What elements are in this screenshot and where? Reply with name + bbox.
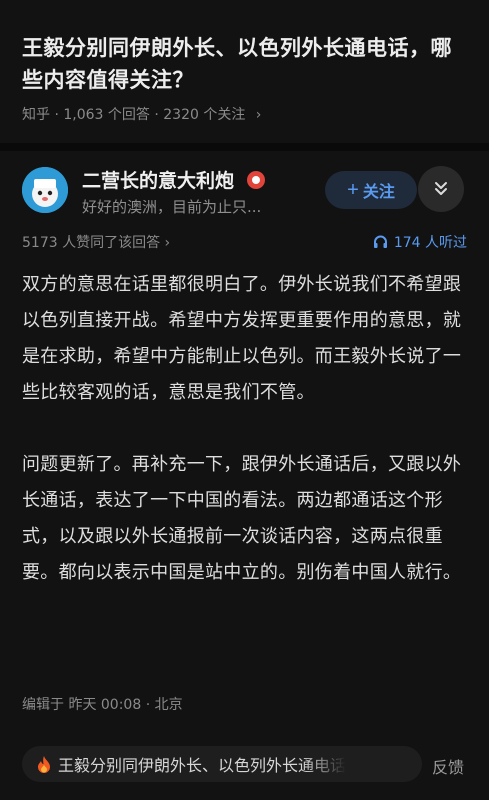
follow-label: 关注 [362,184,395,201]
headphones-icon [373,235,387,248]
listen-count: 174 人听过 [393,235,467,251]
answer-content: 双方的意思在话里都很明白了。伊外长说我们不希望跟以色列直接开战。希望中方发挥更重… [22,267,470,591]
plus-icon: + [347,178,359,201]
answer-count: 1,063 个回答 [63,107,150,123]
follower-count: 2320 个关注 [163,107,246,123]
double-chevron-down-icon [435,182,447,195]
hot-topic-title: 王毅分别同伊朗外长、以色列外长通电话 [58,756,347,775]
question-meta[interactable]: 知乎 · 1,063 个回答 · 2320 个关注 › [22,104,261,124]
author-bio: 好好的澳洲，目前为止只... [82,198,262,216]
hot-topic-bar[interactable]: 王毅分别同伊朗外长、以色列外长通电话 [22,746,422,782]
agree-stats[interactable]: 5173 人赞同了该回答 › [22,232,170,252]
chevron-right-icon: › [164,235,171,251]
avatar-image [22,167,68,213]
question-title[interactable]: 王毅分别同伊朗外长、以色列外长通电话，哪些内容值得关注？ [22,32,472,96]
author-name[interactable]: 二营长的意大利炮 [82,166,265,193]
source-label: 知乎 [22,107,50,123]
answer-paragraph: 问题更新了。再补充一下，跟伊外长通话后，又跟以外长通话，表达了一下中国的看法。两… [22,454,462,583]
feedback-button[interactable]: 反馈 [432,754,464,778]
author-name-text: 二营长的意大利炮 [82,170,235,192]
fire-icon [38,756,50,773]
avatar[interactable] [22,167,68,213]
listen-button[interactable]: 174 人听过 [373,232,467,252]
chevron-right-icon: › [255,107,262,123]
answer-paragraph: 双方的意思在话里都很明白了。伊外长说我们不希望跟以色列直接开战。希望中方发挥更重… [22,274,462,403]
collapse-button[interactable] [418,166,464,212]
section-divider [0,143,489,151]
medal-icon [246,171,265,189]
follow-button[interactable]: + 关注 [325,171,417,209]
edit-timestamp: 编辑于 昨天 00:08 · 北京 [22,697,183,713]
agree-count: 5173 人赞同了该回答 [22,235,161,251]
